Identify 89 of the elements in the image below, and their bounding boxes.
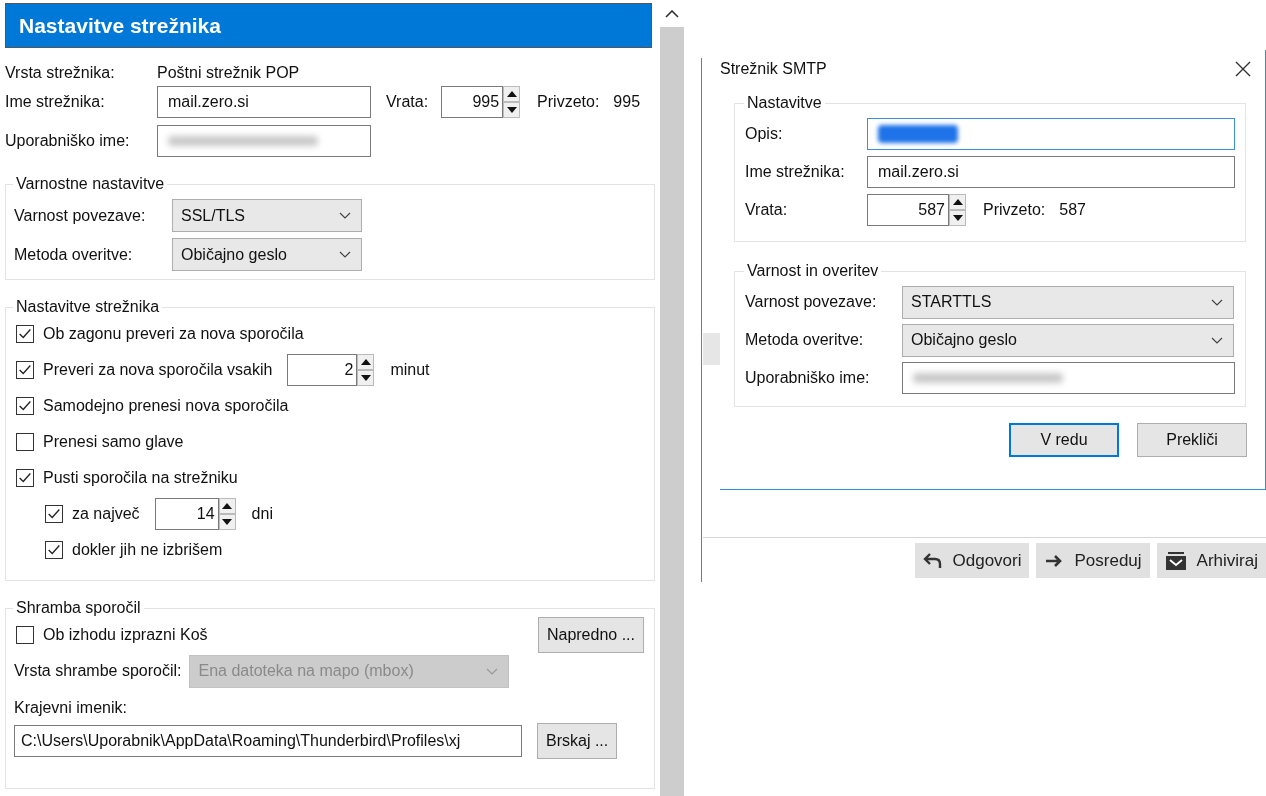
field-label: Vrsta shrambe sporočil: — [14, 662, 182, 680]
list-row — [703, 333, 721, 365]
field-label: Varnost povezave: — [14, 206, 147, 225]
field-label: Vrata: — [745, 201, 789, 219]
field-label: Opis: — [745, 125, 784, 143]
checkbox[interactable] — [16, 433, 34, 451]
dropdown[interactable]: STARTTLS — [902, 285, 1234, 319]
number-field[interactable]: 14 — [154, 498, 219, 530]
field-label: Uporabniško ime: — [745, 369, 871, 387]
dropdown[interactable]: Običajno geslo — [902, 323, 1234, 357]
advanced-button[interactable]: Napredno ... — [537, 617, 644, 653]
checkbox[interactable] — [16, 397, 34, 415]
unit-label: dni — [251, 505, 273, 523]
checkbox[interactable] — [16, 361, 34, 379]
number-field[interactable]: 2 — [287, 354, 358, 386]
field-label: Metoda overitve: — [14, 245, 134, 264]
archive-box-icon — [1164, 550, 1187, 571]
dialog-button[interactable]: Prekliči — [1137, 423, 1247, 457]
checkbox-label[interactable]: Samodejno prenesi nova sporočila — [43, 397, 289, 415]
spin-up-button[interactable] — [949, 194, 966, 210]
checkbox[interactable] — [45, 505, 63, 523]
checkbox[interactable] — [16, 626, 34, 644]
checkbox-label[interactable]: za največ — [72, 505, 140, 523]
browse-button[interactable]: Brskaj ... — [537, 723, 618, 759]
dropdown[interactable]: Običajno geslo — [172, 238, 362, 271]
checkbox[interactable] — [16, 325, 34, 343]
toolbar-button[interactable]: Posreduj — [1036, 543, 1150, 578]
toolbar-button[interactable]: Arhiviraj — [1156, 543, 1266, 578]
checkbox-label[interactable]: dokler jih ne izbrišem — [72, 541, 223, 559]
default-port-value: 995 — [613, 93, 641, 111]
field-label: Vrsta strežnika: — [5, 64, 116, 82]
toolbar-button[interactable]: Odgovori — [914, 543, 1030, 578]
checkbox-label[interactable]: Preveri za nova sporočila vsakih — [43, 361, 273, 379]
number-field[interactable]: 587 — [867, 194, 949, 226]
spin-down-button[interactable] — [357, 370, 375, 386]
triangle-down-icon — [952, 215, 963, 221]
close-icon[interactable] — [1235, 61, 1251, 77]
input-field[interactable] — [157, 125, 371, 157]
group-title: Varnostne nastavitve — [15, 175, 166, 193]
field-label: Varnost povezave: — [745, 293, 878, 311]
chevron-down-icon — [1211, 298, 1223, 306]
field-label: Privzeto: — [983, 201, 1046, 219]
chevron-down-icon — [339, 212, 351, 219]
chevron-down-icon — [1211, 336, 1223, 344]
checkbox-label[interactable]: Ob zagonu preveri za nova sporočila — [43, 325, 304, 343]
input-field[interactable]: mail.zero.si — [867, 156, 1235, 188]
field-label: Vrata: — [386, 93, 429, 111]
reply-arrow-icon — [922, 551, 943, 570]
field-label: Ime strežnika: — [5, 93, 106, 111]
scroll-up-icon[interactable] — [665, 10, 679, 18]
spin-down-button[interactable] — [503, 102, 521, 118]
triangle-down-icon — [222, 519, 233, 525]
group-title: Varnost in overitev — [746, 262, 880, 280]
field-label: Uporabniško ime: — [5, 132, 131, 150]
dialog-title: Strežnik SMTP — [720, 60, 827, 78]
chevron-down-icon — [339, 251, 351, 258]
chevron-down-icon — [486, 667, 499, 675]
checkbox-label[interactable]: Ob izhodu izprazni Koš — [43, 626, 208, 644]
server-type-value: Poštni strežnik POP — [157, 64, 300, 82]
input-field[interactable] — [867, 118, 1235, 150]
triangle-up-icon — [360, 359, 371, 365]
checkbox-label[interactable]: Pusti sporočila na strežniku — [43, 469, 238, 487]
field-label: Metoda overitve: — [745, 331, 865, 349]
page-header: Nastavitve strežnika — [5, 3, 652, 48]
dropdown[interactable]: SSL/TLS — [172, 199, 362, 232]
triangle-down-icon — [506, 107, 517, 113]
field-label: Ime strežnika: — [745, 163, 846, 181]
input-field[interactable]: C:\Users\Uporabnik\AppData\Roaming\Thunderbird\Profiles\xj — [14, 725, 522, 757]
triangle-up-icon — [222, 503, 233, 509]
checkbox[interactable] — [45, 541, 63, 559]
spin-up-button[interactable] — [503, 86, 521, 102]
group-title: Nastavitve strežnika — [15, 298, 161, 316]
triangle-up-icon — [506, 91, 517, 97]
dialog-button[interactable]: V redu — [1009, 423, 1119, 457]
input-field[interactable]: mail.zero.si — [157, 86, 371, 118]
triangle-up-icon — [952, 199, 963, 205]
number-field[interactable]: 995 — [441, 86, 504, 118]
checkbox-label[interactable]: Prenesi samo glave — [43, 433, 184, 451]
spin-down-button[interactable] — [949, 210, 966, 226]
unit-label: minut — [390, 361, 430, 379]
field-label: Privzeto: — [537, 93, 600, 111]
spin-up-button[interactable] — [357, 354, 375, 370]
default-port-value: 587 — [1059, 201, 1086, 219]
triangle-down-icon — [360, 375, 371, 381]
input-field[interactable] — [902, 362, 1235, 394]
checkbox[interactable] — [16, 469, 34, 487]
group-title: Nastavitve — [746, 94, 823, 112]
group-title: Shramba sporočil — [15, 599, 142, 617]
field-label: Krajevni imenik: — [14, 699, 127, 717]
